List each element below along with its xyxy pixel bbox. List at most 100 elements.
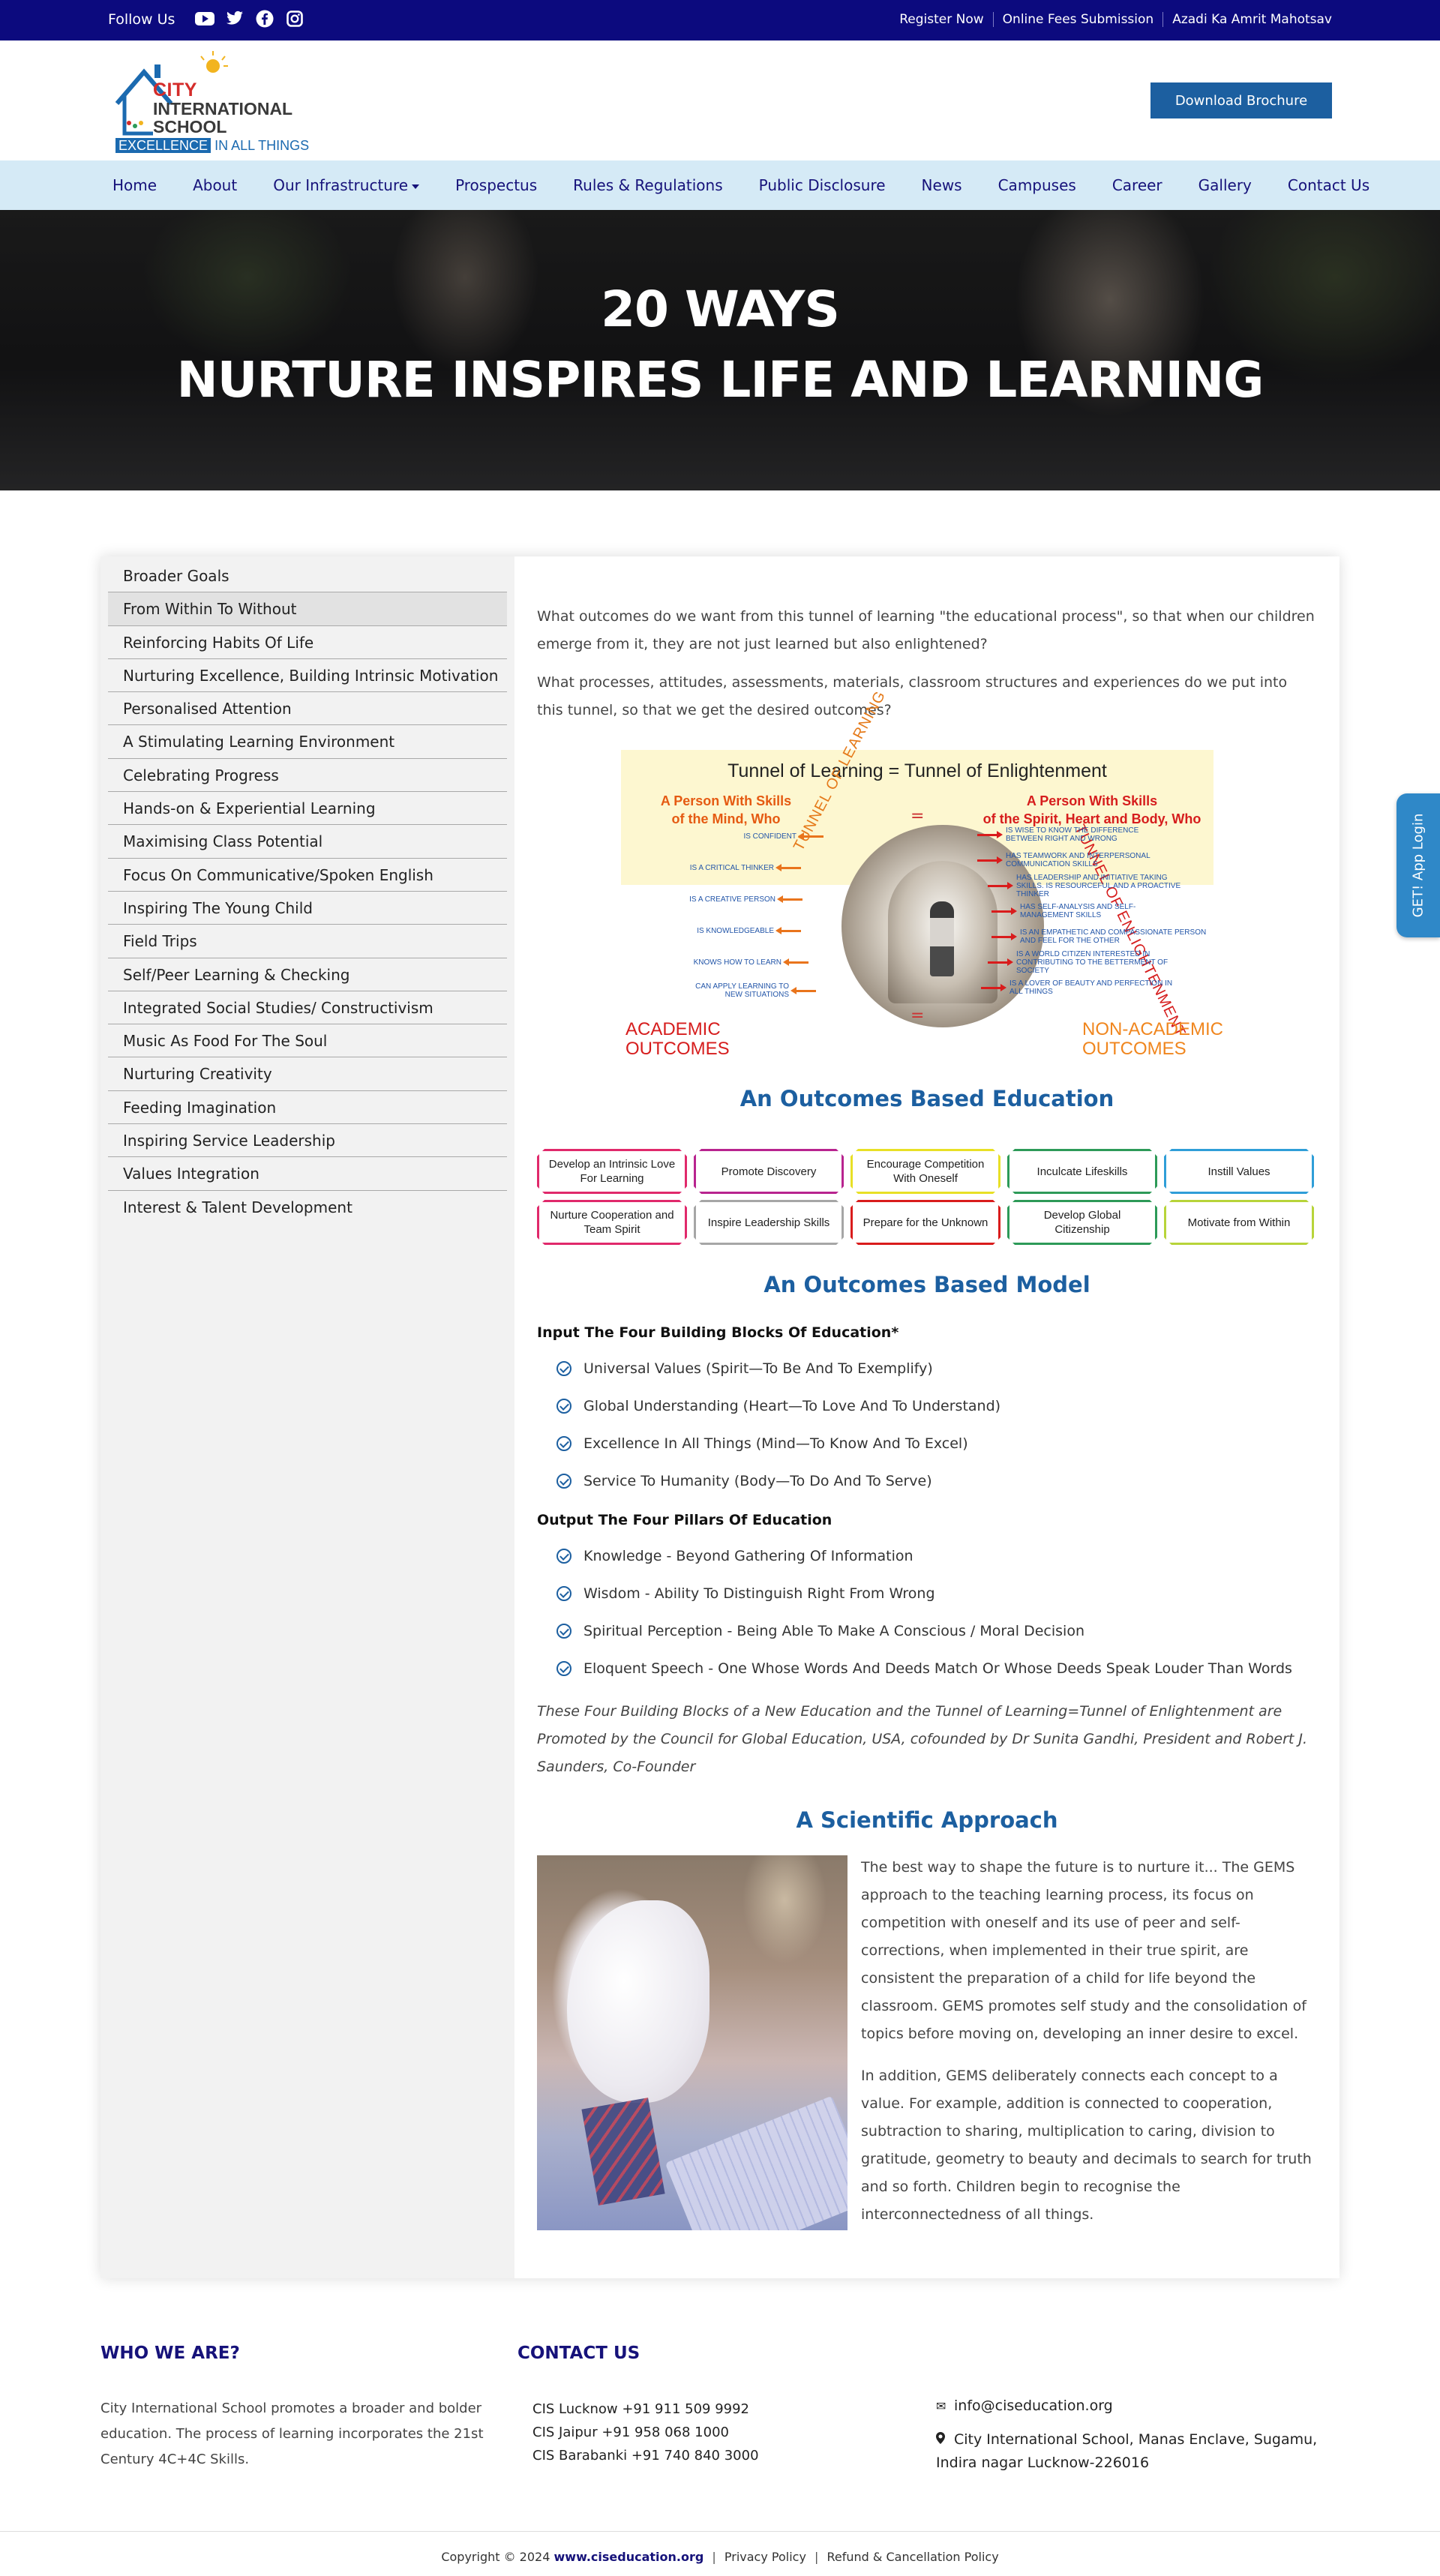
site-link[interactable]: www.ciseducation.org (554, 2550, 704, 2564)
register-now-link[interactable]: Register Now (890, 12, 992, 27)
sidebar-item[interactable]: A Stimulating Learning Environment (108, 725, 507, 759)
list-item-text: Global Understanding (Heart—To Love And … (584, 1398, 1001, 1414)
academic-outcomes-line1: ACADEMIC (626, 1019, 721, 1039)
sidebar-item[interactable]: Inspiring Service Leadership (108, 1124, 507, 1158)
logo-tagline-rest: IN ALL THINGS (214, 138, 310, 153)
nav-gallery[interactable]: Gallery (1180, 176, 1270, 194)
arrow-left-icon (790, 986, 816, 994)
sidebar-item[interactable]: Music As Food For The Soul (108, 1024, 507, 1058)
who-we-are-heading: WHO WE ARE? (100, 2344, 240, 2363)
chevron-down-icon (412, 184, 420, 189)
sidebar-item[interactable]: Personalised Attention (108, 692, 507, 726)
sidebar-item[interactable]: Reinforcing Habits Of Life (108, 626, 507, 659)
logo-tagline-highlight: EXCELLENCE (116, 138, 212, 153)
hero-overlay (0, 210, 1440, 490)
sidebar-item[interactable]: Integrated Social Studies/ Constructivis… (108, 991, 507, 1025)
outcome-box-label: Promote Discovery (721, 1165, 817, 1178)
nav-news[interactable]: News (904, 176, 980, 194)
check-circle-icon (556, 1624, 572, 1639)
separator: | (814, 2550, 819, 2564)
nav-career[interactable]: Career (1094, 176, 1180, 194)
sidebar-item[interactable]: Maximising Class Potential (108, 825, 507, 859)
phone-lucknow[interactable]: CIS Lucknow +91 911 509 9992 (532, 2398, 759, 2421)
sidebar-item[interactable]: Values Integration (108, 1157, 507, 1191)
sidebar-item[interactable]: Celebrating Progress (108, 759, 507, 793)
scientific-approach-heading: A Scientific Approach (796, 1807, 1058, 1833)
left-outcome-row: IS A CRITICAL THINKER (621, 856, 801, 879)
academic-outcomes-line2: OUTCOMES (626, 1039, 730, 1059)
arrow-right-icon (988, 881, 1013, 889)
youtube-icon[interactable] (195, 9, 214, 28)
check-circle-icon (556, 1661, 572, 1676)
arrow-left-icon (776, 863, 801, 871)
address-text: City International School, Manas Enclave… (936, 2431, 1318, 2471)
school-logo[interactable]: CITY INTERNATIONAL SCHOOL EXCELLENCE IN … (108, 49, 309, 154)
outcome-box-label: Instill Values (1208, 1165, 1270, 1178)
nav-our-infrastructure[interactable]: Our Infrastructure (255, 176, 437, 194)
sidebar-item[interactable]: Focus On Communicative/Spoken English (108, 859, 507, 892)
tunnel-left-heading: A Person With Skills of the Mind, Who (651, 792, 801, 828)
arrow-right-icon (992, 907, 1017, 915)
site-header: CITY INTERNATIONAL SCHOOL EXCELLENCE IN … (0, 40, 1440, 160)
right-outcome-row: HAS SELF-ANALYSIS AND SELF-MANAGEMENT SK… (992, 900, 1186, 922)
sidebar-item[interactable]: Broader Goals (108, 559, 507, 593)
logo-city-text: CITY (153, 79, 197, 100)
privacy-policy-link[interactable]: Privacy Policy (724, 2550, 806, 2564)
top-links: Register Now Online Fees Submission Azad… (890, 12, 1332, 27)
list-item: Spiritual Perception - Being Able To Mak… (556, 1612, 1314, 1650)
sidebar-item[interactable]: Nurturing Excellence, Building Intrinsic… (108, 659, 507, 693)
academic-outcomes-label: ACADEMIC OUTCOMES (626, 1020, 730, 1059)
outcome-box-label: Develop an Intrinsic Love For Learning (548, 1158, 676, 1185)
sidebar-item[interactable]: Field Trips (108, 925, 507, 958)
photo-sleeve (567, 1900, 710, 2103)
arrow-right-icon (977, 830, 1003, 838)
nav-prospectus[interactable]: Prospectus (437, 176, 555, 194)
sidebar-list: Broader Goals From Within To Without Rei… (108, 559, 507, 1224)
check-circle-icon (556, 1399, 572, 1414)
right-outcome-text: IS WISE TO KNOW THE DIFFERENCE BETWEEN R… (1006, 826, 1139, 843)
tunnel-equals-top: = (910, 807, 925, 826)
nav-campuses[interactable]: Campuses (980, 176, 1094, 194)
left-outcome-text: KNOWS HOW TO LEARN (693, 958, 782, 967)
list-item-text: Universal Values (Spirit—To Be And To Ex… (584, 1360, 933, 1377)
left-outcome-row: CAN APPLY LEARNING TO NEW SITUATIONS (621, 979, 816, 1002)
right-outcome-row: IS A WORLD CITIZEN INTERESTED IN CONTRIB… (988, 950, 1198, 975)
sidebar-item[interactable]: Interest & Talent Development (108, 1191, 507, 1224)
sidebar-item[interactable]: Nurturing Creativity (108, 1057, 507, 1091)
arrow-right-icon (981, 983, 1006, 991)
outcome-box: Nurture Cooperation and Team Spirit (537, 1200, 687, 1245)
online-fees-link[interactable]: Online Fees Submission (992, 12, 1163, 27)
main-navigation: Home About Our Infrastructure Prospectus… (0, 160, 1440, 210)
facebook-icon[interactable] (255, 9, 274, 28)
app-login-tab[interactable]: GET! App Login (1396, 793, 1440, 937)
copyright-text: Copyright © 2024 (441, 2550, 550, 2564)
arrow-left-icon (776, 926, 801, 934)
outcome-box: Develop an Intrinsic Love For Learning (537, 1149, 687, 1194)
envelope-icon: ✉ (936, 2399, 946, 2413)
arrow-left-icon (777, 895, 802, 903)
azadi-link[interactable]: Azadi Ka Amrit Mahotsav (1162, 12, 1332, 27)
nav-home[interactable]: Home (94, 176, 175, 194)
list-item-text: Wisdom - Ability To Distinguish Right Fr… (584, 1585, 935, 1602)
right-outcome-text: IS A LOVER OF BEAUTY AND PERFECTION IN A… (1010, 979, 1173, 996)
sidebar-item-active[interactable]: From Within To Without (108, 592, 507, 626)
phone-barabanki[interactable]: CIS Barabanki +91 740 840 3000 (532, 2444, 759, 2467)
phone-jaipur[interactable]: CIS Jaipur +91 958 068 1000 (532, 2421, 759, 2444)
outcome-boxes-grid: Develop an Intrinsic Love For Learning Pr… (537, 1149, 1317, 1245)
sidebar-item[interactable]: Feeding Imagination (108, 1091, 507, 1125)
sidebar-item[interactable]: Self/Peer Learning & Checking (108, 958, 507, 991)
list-item-text: Excellence In All Things (Mind—To Know A… (584, 1435, 968, 1452)
nav-public-disclosure[interactable]: Public Disclosure (741, 176, 904, 194)
list-item: Eloquent Speech - One Whose Words And De… (556, 1650, 1314, 1687)
instagram-icon[interactable] (285, 9, 304, 28)
download-brochure-button[interactable]: Download Brochure (1150, 82, 1332, 118)
email-link[interactable]: info@ciseducation.org (954, 2398, 1113, 2414)
nav-contact-us[interactable]: Contact Us (1270, 176, 1388, 194)
arrow-left-icon (798, 832, 824, 840)
nav-rules-regulations[interactable]: Rules & Regulations (555, 176, 740, 194)
sidebar-item[interactable]: Inspiring The Young Child (108, 892, 507, 925)
twitter-icon[interactable] (225, 9, 244, 28)
sidebar-item[interactable]: Hands-on & Experiential Learning (108, 792, 507, 826)
refund-policy-link[interactable]: Refund & Cancellation Policy (827, 2550, 999, 2564)
nav-about[interactable]: About (175, 176, 255, 194)
